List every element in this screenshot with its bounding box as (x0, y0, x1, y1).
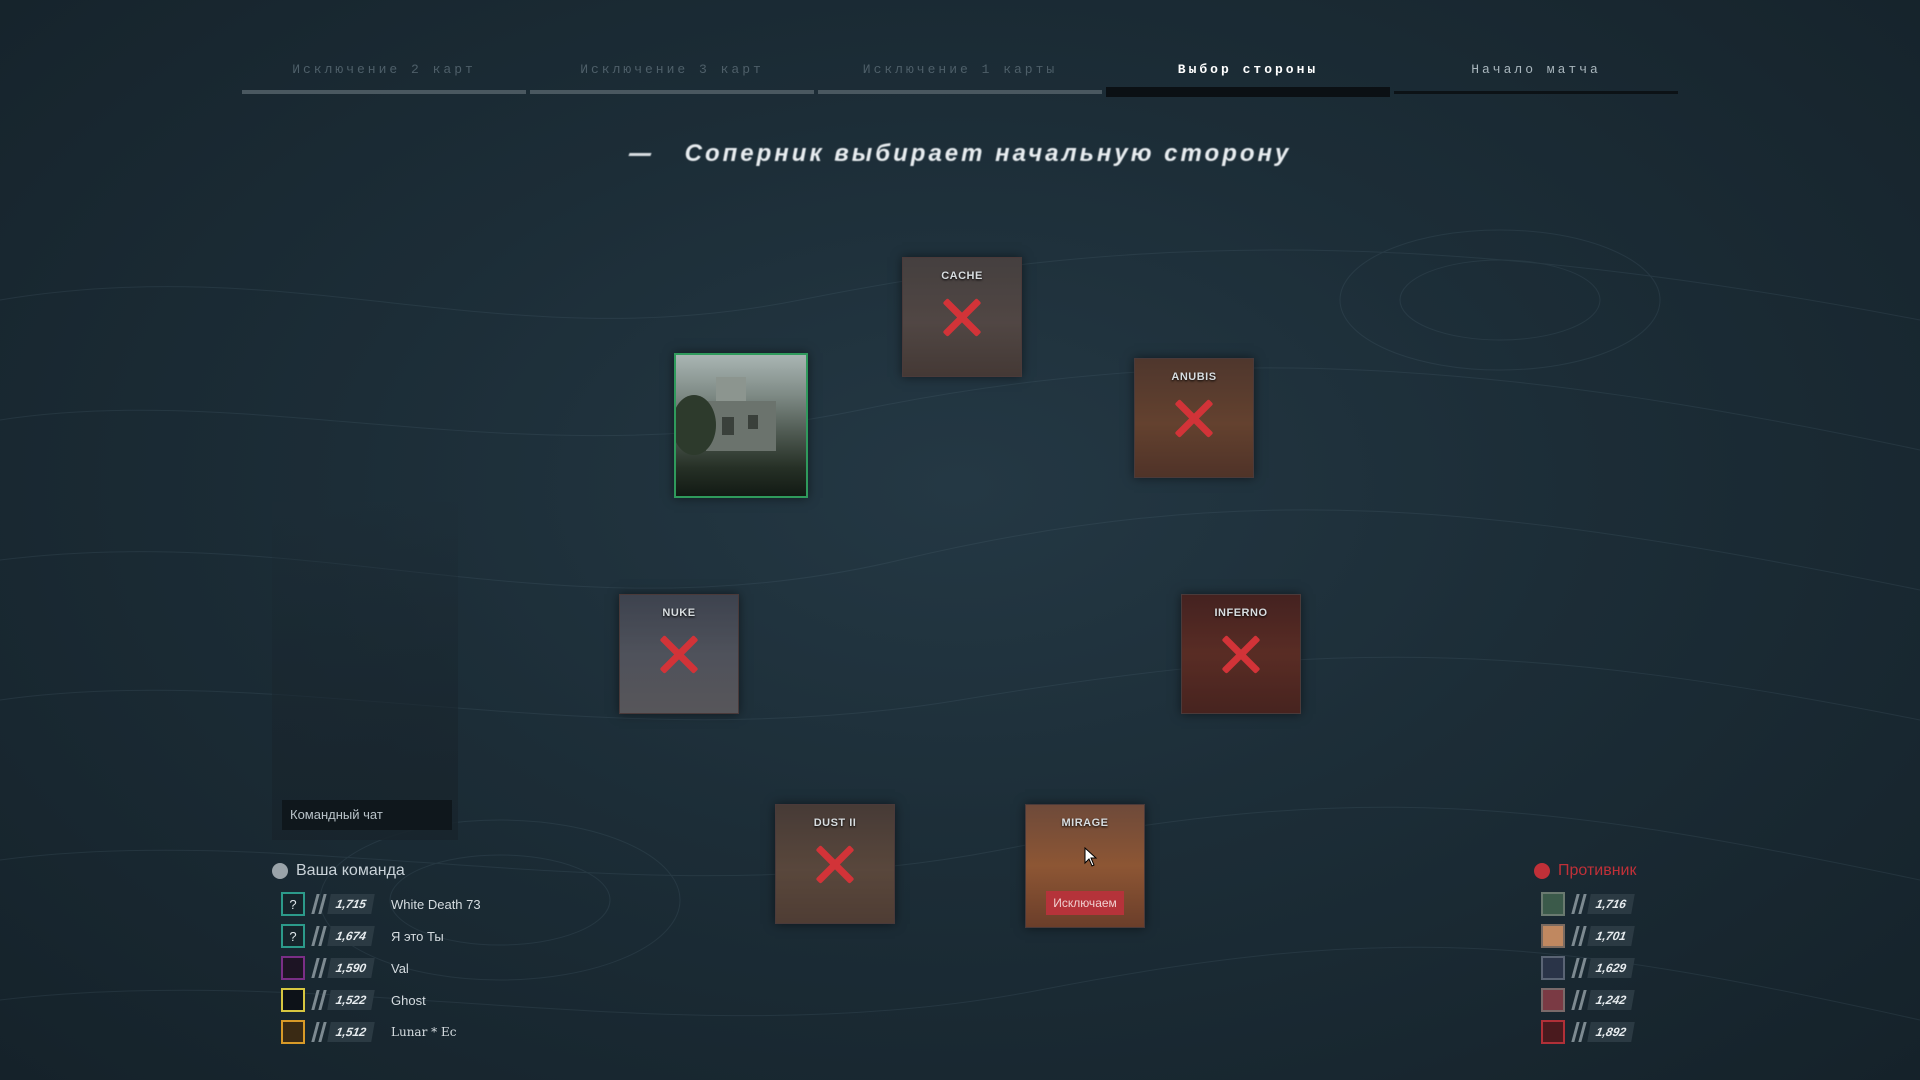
player-avatar (1541, 988, 1565, 1012)
level-slashes-icon (1571, 1022, 1587, 1042)
map-name: DUST II (813, 817, 857, 829)
player-elo: 1,522 (327, 990, 375, 1010)
mouse-cursor-icon (1084, 847, 1098, 867)
level-slashes-icon (1571, 894, 1587, 914)
player-avatar: ? (281, 892, 305, 916)
stage-ban-2: Исключение 2 карт (242, 58, 526, 98)
level-slashes-icon (1571, 926, 1587, 946)
player-elo: 1,674 (327, 926, 375, 946)
map-card-mirage[interactable]: MIRAGE Исключаем (1025, 804, 1145, 928)
player-avatar (281, 956, 305, 980)
player-elo: 1,590 (327, 958, 375, 978)
player-name: Val (391, 960, 409, 976)
team-dot-icon (1534, 863, 1550, 879)
team-chat-input[interactable]: Командный чат (282, 800, 452, 830)
stage-label: Исключение 2 карт (292, 62, 476, 77)
player-elo: 1,716 (1587, 894, 1635, 914)
player-avatar (1541, 956, 1565, 980)
headline-dash (628, 153, 652, 157)
stage-label: Начало матча (1471, 62, 1601, 77)
my-team-title: Ваша команда (296, 862, 405, 879)
stage-progress-bar (530, 90, 814, 94)
map-card-nuke[interactable]: NUKE (619, 594, 739, 714)
stage-tabs: Исключение 2 карт Исключение 3 карт Искл… (242, 58, 1678, 98)
banned-x-icon (813, 842, 857, 886)
level-slashes-icon (311, 1022, 327, 1042)
headline-text: Соперник выбирает начальную сторону (684, 140, 1292, 167)
stage-label: Исключение 1 карты (862, 62, 1058, 77)
enemy-player-row[interactable]: 1,242 (1541, 987, 1635, 1013)
my-team-player-row[interactable]: 1,512 Lunar * Ec (281, 1019, 456, 1045)
map-name: NUKE (662, 607, 696, 619)
stage-label: Выбор стороны (1177, 62, 1319, 77)
banned-x-icon (1219, 632, 1263, 676)
ban-button[interactable]: Исключаем (1046, 891, 1124, 915)
enemy-player-row[interactable]: 1,892 (1541, 1019, 1635, 1045)
stage-progress-bar (818, 90, 1102, 94)
stage-progress-bar (1394, 91, 1678, 94)
my-team-player-row[interactable]: ? 1,674 Я это Ты (281, 923, 444, 949)
player-elo: 1,512 (327, 1022, 375, 1042)
level-slashes-icon (311, 894, 327, 914)
map-card-picked[interactable] (674, 353, 808, 498)
stage-progress-bar (242, 90, 526, 94)
enemy-player-row[interactable]: 1,716 (1541, 891, 1635, 917)
stage-progress-bar (1106, 87, 1390, 97)
level-slashes-icon (311, 926, 327, 946)
player-name: White Death 73 (391, 896, 481, 912)
player-avatar (281, 1020, 305, 1044)
player-elo: 1,715 (327, 894, 375, 914)
team-dot-icon (272, 863, 288, 879)
map-card-cache[interactable]: CACHE (902, 257, 1022, 377)
enemy-player-row[interactable]: 1,629 (1541, 955, 1635, 981)
map-card-dust2[interactable]: DUST II (775, 804, 895, 924)
banned-x-icon (657, 632, 701, 676)
enemy-player-row[interactable]: 1,701 (1541, 923, 1635, 949)
player-elo: 1,701 (1587, 926, 1635, 946)
player-avatar (1541, 1020, 1565, 1044)
player-name: Ghost (391, 992, 426, 1008)
enemy-team-header: Противник (1534, 862, 1636, 880)
player-elo: 1,629 (1587, 958, 1635, 978)
banned-x-icon (940, 295, 984, 339)
player-avatar (1541, 924, 1565, 948)
map-name: ANUBIS (1171, 371, 1217, 383)
player-name: Я это Ты (391, 928, 444, 944)
stage-side-select: Выбор стороны (1106, 58, 1390, 98)
banned-x-icon (1172, 396, 1216, 440)
map-name: CACHE (941, 270, 983, 282)
status-headline: Соперник выбирает начальную сторону (0, 140, 1920, 168)
level-slashes-icon (311, 958, 327, 978)
my-team-header: Ваша команда (272, 862, 405, 880)
stage-ban-1: Исключение 1 карты (818, 58, 1102, 98)
my-team-player-row[interactable]: ? 1,715 White Death 73 (281, 891, 481, 917)
player-avatar (281, 988, 305, 1012)
level-slashes-icon (311, 990, 327, 1010)
player-elo: 1,892 (1587, 1022, 1635, 1042)
map-card-inferno[interactable]: INFERNO (1181, 594, 1301, 714)
player-avatar (1541, 892, 1565, 916)
stage-match-start: Начало матча (1394, 58, 1678, 98)
team-chat-panel (272, 502, 458, 840)
stage-ban-3: Исключение 3 карт (530, 58, 814, 98)
enemy-team-title: Противник (1558, 862, 1637, 879)
player-elo: 1,242 (1587, 990, 1635, 1010)
player-name: Lunar * Ec (391, 1025, 457, 1039)
my-team-player-row[interactable]: 1,522 Ghost (281, 987, 426, 1013)
level-slashes-icon (1571, 990, 1587, 1010)
level-slashes-icon (1571, 958, 1587, 978)
map-name: INFERNO (1214, 607, 1268, 619)
player-avatar: ? (281, 924, 305, 948)
map-card-anubis[interactable]: ANUBIS (1134, 358, 1254, 478)
stage-label: Исключение 3 карт (580, 62, 764, 77)
my-team-player-row[interactable]: 1,590 Val (281, 955, 409, 981)
map-name: MIRAGE (1061, 817, 1109, 829)
map-building-art (676, 377, 776, 455)
